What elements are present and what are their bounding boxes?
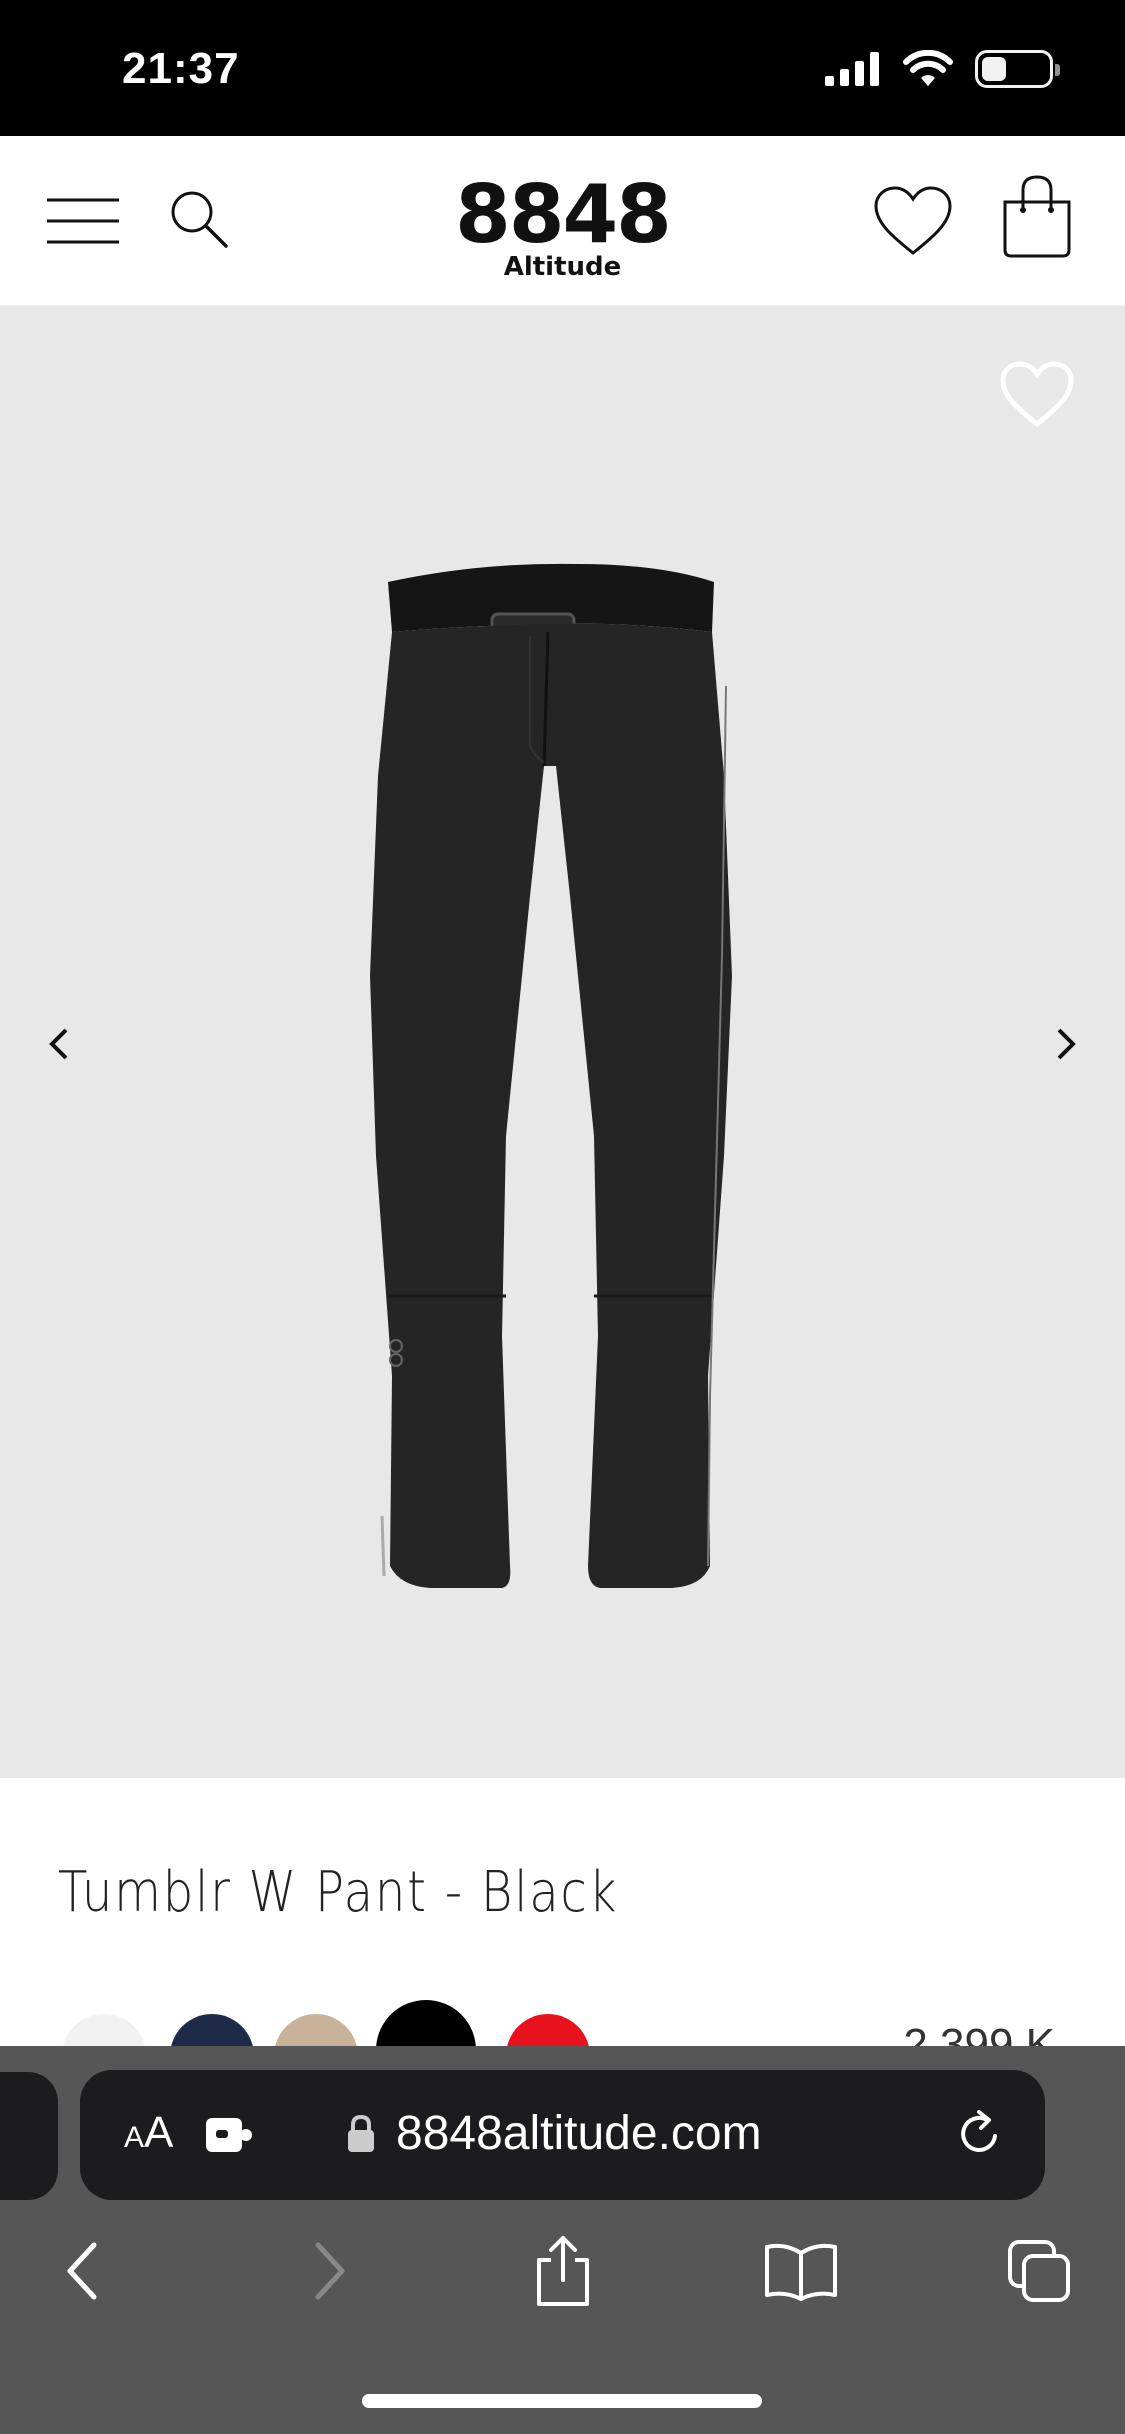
swatch-beige[interactable] [274,2014,358,2050]
home-indicator[interactable] [362,2394,762,2408]
add-to-wishlist-button[interactable] [997,358,1077,438]
tabs-button[interactable] [994,2226,1084,2316]
heart-outline-icon [1000,361,1074,428]
shopping-bag-button[interactable] [994,166,1080,266]
status-icons [825,50,1060,88]
swatch-black[interactable] [376,2000,476,2050]
heart-icon [874,186,952,255]
back-icon [67,2242,97,2300]
chevron-right-icon [1057,1028,1076,1060]
gallery-prev-button[interactable] [36,1014,86,1074]
product-gallery[interactable] [0,306,1125,1778]
hamburger-menu-button[interactable] [44,191,122,251]
status-time: 21:37 [122,44,240,93]
search-button[interactable] [164,184,234,254]
wishlist-button[interactable] [868,176,958,266]
swatch-white[interactable] [62,2014,146,2050]
share-icon [537,2236,589,2306]
forward-button[interactable] [282,2226,372,2316]
product-image [370,563,732,1588]
url-text: 8848altitude.com [396,2107,762,2160]
back-button[interactable] [40,2226,130,2316]
battery-icon [975,50,1060,88]
text-size-large-a: A [144,2108,174,2157]
shopping-bag-icon [1003,175,1071,258]
text-size-button[interactable]: AA [124,2108,173,2158]
browser-chrome: AA 8848altitude.com [0,2046,1125,2434]
logo-main-text: 8848 [455,168,672,261]
site-header: 8848 Altitude [0,136,1125,306]
extension-icon[interactable] [204,2112,254,2156]
tabs-icon [1008,2240,1070,2302]
chevron-left-icon [49,1028,68,1060]
address-bar[interactable]: AA 8848altitude.com [80,2070,1045,2200]
lock-icon [348,2114,374,2152]
previous-tab-preview[interactable] [0,2072,58,2200]
wifi-icon [903,50,953,86]
product-title: Tumblr W Pant - Black [58,1860,619,1925]
product-price: 2 399 K [903,2020,1055,2048]
bookmarks-icon [765,2243,837,2301]
share-button[interactable] [518,2226,608,2316]
color-swatches [62,2000,622,2050]
search-icon [171,191,228,248]
forward-icon [315,2242,345,2300]
gallery-next-button[interactable] [1039,1014,1089,1074]
swatch-red[interactable] [506,2014,590,2050]
brand-logo[interactable]: 8848 Altitude [420,168,705,283]
text-size-small-a: A [124,2121,145,2154]
swatch-navy[interactable] [170,2014,254,2050]
bookmarks-button[interactable] [756,2226,846,2316]
cellular-signal-icon [825,52,879,86]
status-bar: 21:37 [0,0,1125,136]
browser-toolbar [0,2226,1125,2326]
reload-icon[interactable] [951,2106,1007,2162]
hamburger-menu-icon [47,198,119,244]
